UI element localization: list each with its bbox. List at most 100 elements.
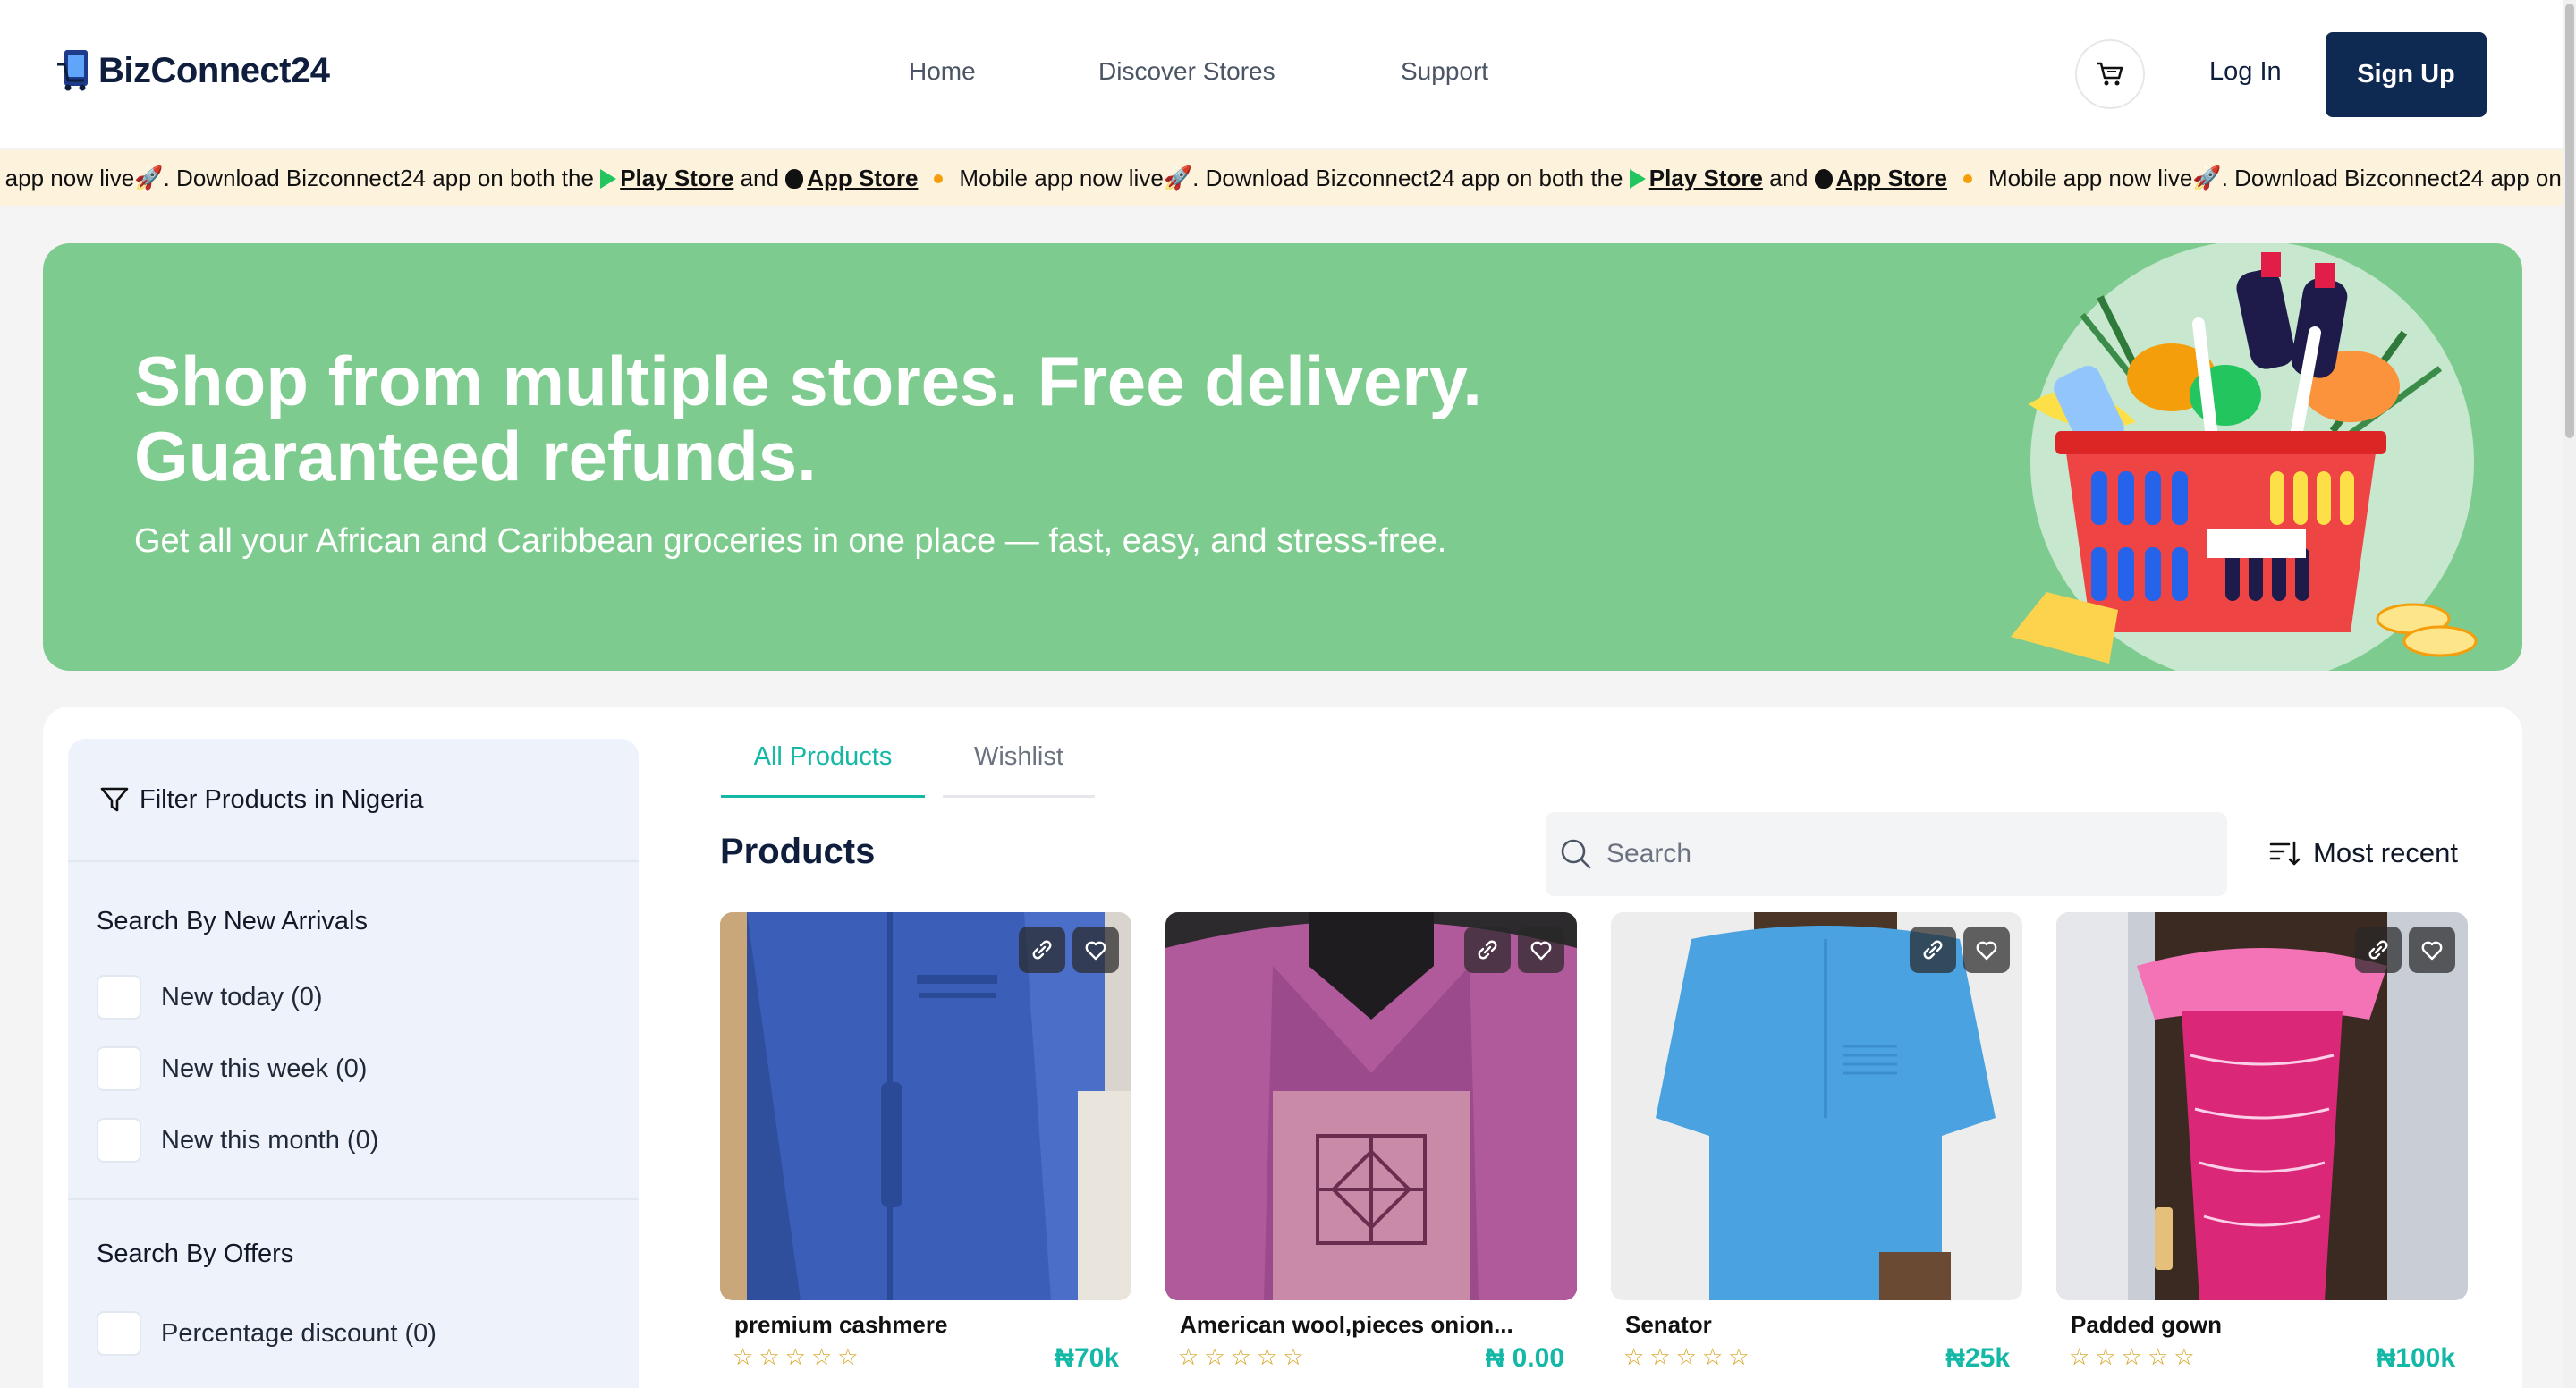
rocket-icon: 🚀 — [134, 165, 164, 191]
product-card[interactable]: American wool,pieces onion... ☆ ☆ ☆ ☆ ☆ ₦ 0.… — [1165, 912, 1577, 1388]
wishlist-button[interactable] — [1072, 927, 1119, 973]
announcement-bar: e app now live🚀. Download Bizconnect24 a… — [0, 150, 2565, 206]
star-outline-icon: ☆ — [1230, 1343, 1251, 1370]
copy-link-button[interactable] — [1910, 927, 1956, 973]
hero-title: Shop from multiple stores. Free delivery… — [134, 342, 1482, 495]
star-outline-icon: ☆ — [1701, 1343, 1724, 1370]
nav-discover-stores[interactable]: Discover Stores — [1098, 57, 1275, 86]
products-heading: Products — [720, 832, 876, 871]
product-name[interactable]: Padded gown — [2071, 1311, 2428, 1339]
checkbox[interactable] — [97, 1046, 141, 1091]
filter-option-new-this-week[interactable]: New this week (0) — [97, 1046, 367, 1091]
filter-option-label: New this week (0) — [161, 1054, 368, 1083]
card-actions — [1464, 927, 1564, 973]
star-outline-icon: ☆ — [837, 1343, 859, 1370]
star-outline-icon: ☆ — [1623, 1343, 1645, 1370]
heart-icon — [1085, 941, 1106, 961]
announcement-text: e app now live🚀. Download Bizconnect24 a… — [0, 165, 2565, 192]
product-image[interactable] — [1611, 912, 2022, 1300]
signup-button[interactable]: Sign Up — [2326, 32, 2487, 117]
star-outline-icon: ☆ — [758, 1343, 780, 1370]
copy-link-button[interactable] — [1464, 927, 1511, 973]
tab-all-products[interactable]: All Products — [721, 742, 925, 798]
sort-label: Most recent — [2313, 837, 2458, 868]
sort-icon — [2269, 841, 2301, 866]
filter-heading: Filter Products in Nigeria — [98, 783, 424, 816]
sort-dropdown[interactable]: Most recent — [2268, 837, 2458, 869]
search-input[interactable] — [1606, 839, 2215, 869]
copy-link-button[interactable] — [1019, 927, 1065, 973]
sidebar-divider — [68, 1198, 639, 1200]
announcement-fragment: e app now live — [0, 165, 135, 191]
link-icon — [1032, 940, 1052, 960]
rocket-icon: 🚀 — [1163, 165, 1193, 191]
cart-button[interactable] — [2075, 39, 2145, 109]
product-image[interactable] — [1165, 912, 1577, 1300]
app-store-link[interactable]: App Store — [1836, 165, 1947, 191]
filter-option-new-today[interactable]: New today (0) — [97, 975, 323, 1020]
announcement-and: and — [733, 165, 786, 191]
checkbox[interactable] — [97, 1311, 141, 1356]
product-name[interactable]: premium cashmere — [734, 1311, 1092, 1339]
play-store-link[interactable]: Play Store — [1649, 165, 1763, 191]
wishlist-button[interactable] — [1963, 927, 2010, 973]
logo-icon — [57, 50, 88, 91]
announcement-message: Mobile app now live — [959, 165, 1164, 191]
rocket-icon: 🚀 — [2192, 165, 2222, 191]
checkbox[interactable] — [97, 1118, 141, 1163]
star-outline-icon: ☆ — [1204, 1343, 1225, 1370]
product-card[interactable]: premium cashmere ☆ ☆ ☆ ☆ ☆ ₦70k — [720, 912, 1131, 1388]
heart-icon — [2421, 941, 2443, 961]
rating-stars: ☆ ☆ ☆ ☆ ☆ — [733, 1345, 859, 1368]
nav-support[interactable]: Support — [1401, 57, 1488, 86]
tab-wishlist[interactable]: Wishlist — [943, 742, 1095, 798]
filter-option-new-this-month[interactable]: New this month (0) — [97, 1118, 378, 1163]
star-outline-icon: ☆ — [733, 1343, 754, 1370]
announcement-message: Mobile app now live — [1987, 165, 2193, 191]
product-card[interactable]: Padded gown ☆ ☆ ☆ ☆ ☆ ₦100k — [2056, 912, 2468, 1388]
filter-option-percentage-discount[interactable]: Percentage discount (0) — [97, 1311, 436, 1356]
product-image[interactable] — [720, 912, 1131, 1300]
star-outline-icon: ☆ — [784, 1343, 806, 1370]
product-search — [1546, 812, 2227, 896]
checkbox[interactable] — [97, 975, 141, 1020]
product-price: ₦100k — [2376, 1343, 2455, 1373]
card-actions — [2355, 927, 2455, 973]
play-store-link[interactable]: Play Store — [620, 165, 733, 191]
link-icon — [2368, 940, 2388, 960]
brand-logo[interactable]: BizConnect24 — [55, 48, 330, 93]
product-card[interactable]: Senator ☆ ☆ ☆ ☆ ☆ ₦25k — [1611, 912, 2022, 1388]
site-header: BizConnect24 Home Discover Stores Suppor… — [0, 0, 2576, 148]
wishlist-button[interactable] — [2409, 927, 2455, 973]
sidebar-divider — [68, 860, 639, 862]
filter-option-label: New this month (0) — [161, 1125, 379, 1155]
scrollbar-thumb[interactable] — [2565, 4, 2574, 438]
star-outline-icon: ☆ — [1178, 1343, 1199, 1370]
filter-option-label: New today (0) — [161, 982, 323, 1011]
product-price: ₦25k — [1945, 1343, 2010, 1373]
copy-link-button[interactable] — [2355, 927, 2402, 973]
star-outline-icon: ☆ — [2174, 1343, 2195, 1370]
star-outline-icon: ☆ — [1256, 1343, 1278, 1370]
filter-option-label: Percentage discount (0) — [161, 1318, 436, 1348]
product-name[interactable]: Senator — [1625, 1311, 1983, 1339]
hero-subtitle: Get all your African and Caribbean groce… — [134, 522, 1447, 560]
product-price: ₦70k — [1055, 1343, 1119, 1373]
nav-home[interactable]: Home — [909, 57, 976, 86]
star-outline-icon: ☆ — [2069, 1343, 2090, 1370]
app-store-link[interactable]: App Store — [807, 165, 918, 191]
login-link[interactable]: Log In — [2209, 57, 2282, 87]
search-icon — [1561, 839, 1591, 869]
card-actions — [1019, 927, 1119, 973]
new-arrivals-title: Search By New Arrivals — [97, 907, 368, 935]
star-outline-icon: ☆ — [1649, 1343, 1671, 1370]
wishlist-button[interactable] — [1518, 927, 1564, 973]
star-outline-icon: ☆ — [2121, 1343, 2142, 1370]
card-actions — [1910, 927, 2010, 973]
separator-dot — [934, 174, 944, 183]
product-image[interactable] — [2056, 912, 2468, 1300]
product-name[interactable]: American wool,pieces onion... — [1180, 1311, 1538, 1339]
rating-stars: ☆ ☆ ☆ ☆ ☆ — [1623, 1345, 1750, 1368]
link-icon — [1478, 940, 1497, 960]
star-outline-icon: ☆ — [1675, 1343, 1697, 1370]
